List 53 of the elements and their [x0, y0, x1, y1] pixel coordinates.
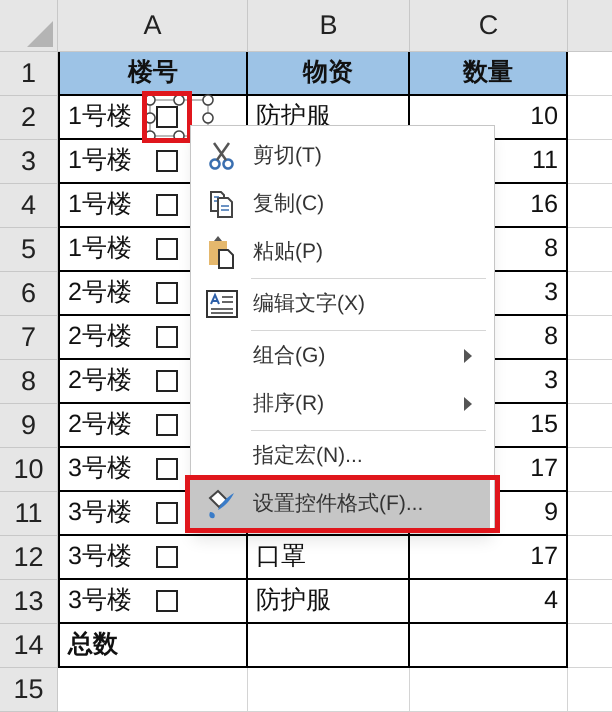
table-cell: 17: [410, 536, 568, 580]
checkbox[interactable]: [156, 414, 178, 436]
row-header[interactable]: 13: [0, 580, 58, 624]
text-box-icon: [206, 290, 238, 318]
checkbox[interactable]: [156, 238, 178, 260]
column-header[interactable]: C: [410, 0, 568, 52]
checkbox[interactable]: [156, 326, 178, 348]
row-header[interactable]: 3: [0, 140, 58, 184]
table-cell: 口罩: [248, 536, 410, 580]
column-header[interactable]: B: [248, 0, 410, 52]
row-header[interactable]: 2: [0, 96, 58, 140]
row-header[interactable]: 7: [0, 316, 58, 360]
table-cell: 防护服: [248, 580, 410, 624]
table-cell-text: 1号楼: [68, 233, 132, 264]
paste-icon: [207, 235, 237, 269]
row-header[interactable]: 14: [0, 624, 58, 668]
table-cell-text: 1号楼: [68, 101, 132, 132]
table-cell-text: 2号楼: [68, 365, 132, 396]
row-header[interactable]: 6: [0, 272, 58, 316]
checkbox[interactable]: [156, 282, 178, 304]
checkbox[interactable]: [156, 194, 178, 216]
checkbox[interactable]: [156, 458, 178, 480]
table-cell-text: 1号楼: [68, 145, 132, 176]
checkbox[interactable]: [156, 150, 178, 172]
table-cell: 总数: [58, 624, 248, 668]
row-header[interactable]: 8: [0, 360, 58, 404]
checkbox[interactable]: [156, 546, 178, 568]
table-cell-text: 3号楼: [68, 453, 132, 484]
row-header[interactable]: 9: [0, 404, 58, 448]
table-cell: 数量: [410, 52, 568, 96]
checkbox[interactable]: [156, 590, 178, 612]
table-cell: 物资: [248, 52, 410, 96]
checkbox[interactable]: [156, 502, 178, 524]
checkbox[interactable]: [156, 370, 178, 392]
table-cell-text: 3号楼: [68, 541, 132, 572]
table-cell-text: 2号楼: [68, 277, 132, 308]
column-header[interactable]: A: [58, 0, 248, 52]
table-cell-text: 1号楼: [68, 189, 132, 220]
checkbox[interactable]: [156, 106, 178, 128]
row-header[interactable]: 12: [0, 536, 58, 580]
table-cell-text: 3号楼: [68, 585, 132, 616]
row-header[interactable]: 5: [0, 228, 58, 272]
table-cell-text: 3号楼: [68, 497, 132, 528]
table-cell: 4: [410, 580, 568, 624]
row-header[interactable]: 15: [0, 668, 58, 712]
row-header[interactable]: 10: [0, 448, 58, 492]
row-header[interactable]: 1: [0, 52, 58, 96]
menu-item[interactable]: 设置控件格式(F)...: [191, 480, 490, 528]
table-cell: 楼号: [58, 52, 248, 96]
table-cell-text: 2号楼: [68, 321, 132, 352]
row-header[interactable]: 4: [0, 184, 58, 228]
row-header[interactable]: 11: [0, 492, 58, 536]
table-cell-text: 2号楼: [68, 409, 132, 440]
